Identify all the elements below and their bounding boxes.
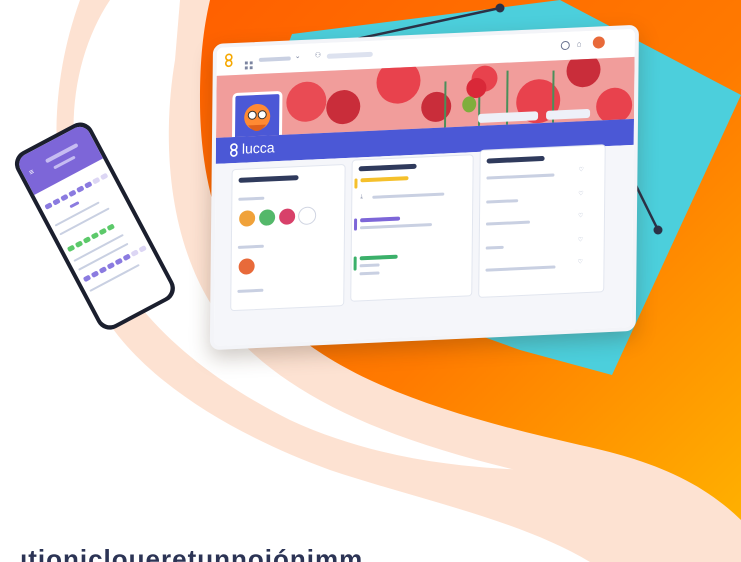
lucca-logo-icon [230, 143, 238, 157]
menu-icon[interactable]: ≡ [27, 167, 35, 177]
seedpod-mascot-icon [462, 96, 477, 113]
search-input[interactable] [326, 51, 373, 59]
user-avatar[interactable] [592, 36, 605, 49]
avatar[interactable] [237, 257, 256, 276]
avatar[interactable] [278, 207, 297, 227]
like-icon[interactable]: ♡ [578, 190, 583, 197]
banner-org-button[interactable] [546, 108, 591, 120]
team-card [230, 163, 346, 312]
tasks-card: ⤓ [350, 154, 474, 302]
help-icon[interactable] [560, 40, 570, 51]
more-avatars-button[interactable] [298, 206, 317, 226]
download-icon[interactable]: ⤓ [360, 194, 363, 201]
dashboard-body: ⤓ ♡ ♡ ♡ ♡ ♡ [213, 144, 634, 351]
lucca-logo-icon [224, 53, 233, 68]
like-icon[interactable]: ♡ [577, 258, 582, 265]
chevron-down-icon: ⌄ [294, 53, 301, 61]
illustration: ⌄ ⚇ ⌂ lucca ⤓ ♡ ♡ ♡ ♡ ♡ ≡ ıtionicloueret… [0, 0, 741, 562]
brand-name: lucca [241, 139, 275, 157]
like-icon[interactable]: ♡ [578, 212, 583, 219]
news-card: ♡ ♡ ♡ ♡ ♡ [478, 144, 606, 298]
like-icon[interactable]: ♡ [578, 166, 583, 173]
profile-picture [231, 90, 283, 138]
bell-icon[interactable]: ⌂ [577, 39, 582, 48]
tablet-device: ⌄ ⚇ ⌂ lucca ⤓ ♡ ♡ ♡ ♡ ♡ [209, 24, 639, 351]
apps-grid-icon[interactable] [244, 56, 253, 70]
people-icon: ⚇ [314, 52, 322, 60]
like-icon[interactable]: ♡ [578, 236, 583, 243]
headline: ıtionicloueretunnoiónimm [20, 544, 364, 562]
app-switcher[interactable] [258, 56, 291, 62]
avatar[interactable] [238, 209, 257, 228]
avatar[interactable] [258, 208, 277, 227]
